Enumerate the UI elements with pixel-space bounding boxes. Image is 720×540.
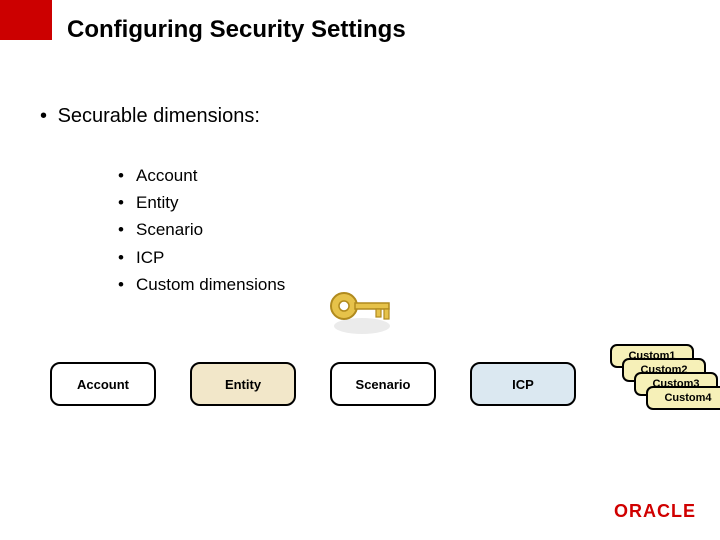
accent-block xyxy=(0,0,52,40)
box-custom4: Custom4 xyxy=(646,386,720,410)
bullet-text: Securable dimensions: xyxy=(58,105,260,127)
key-icon xyxy=(322,278,402,343)
slide: Configuring Security Settings • Securabl… xyxy=(0,0,720,540)
sub-bullet-item: ICP xyxy=(118,244,285,271)
box-icp: ICP xyxy=(470,362,576,406)
sub-bullet-item: Entity xyxy=(118,189,285,216)
sub-bullet-item: Account xyxy=(118,162,285,189)
oracle-logo: ORACLE xyxy=(614,501,696,522)
sub-bullet-item: Scenario xyxy=(118,216,285,243)
box-account: Account xyxy=(50,362,156,406)
custom-stack: Custom1 Custom2 Custom3 Custom4 xyxy=(610,362,716,436)
sub-bullet-item: Custom dimensions xyxy=(118,271,285,298)
dimension-boxes: Account Entity Scenario ICP Custom1 Cust… xyxy=(50,362,716,436)
bullet-dot: • xyxy=(40,105,52,128)
sub-bullets: Account Entity Scenario ICP Custom dimen… xyxy=(78,162,285,298)
bullet-level1: • Securable dimensions: xyxy=(40,105,260,128)
box-scenario: Scenario xyxy=(330,362,436,406)
box-entity: Entity xyxy=(190,362,296,406)
slide-title: Configuring Security Settings xyxy=(67,16,406,44)
